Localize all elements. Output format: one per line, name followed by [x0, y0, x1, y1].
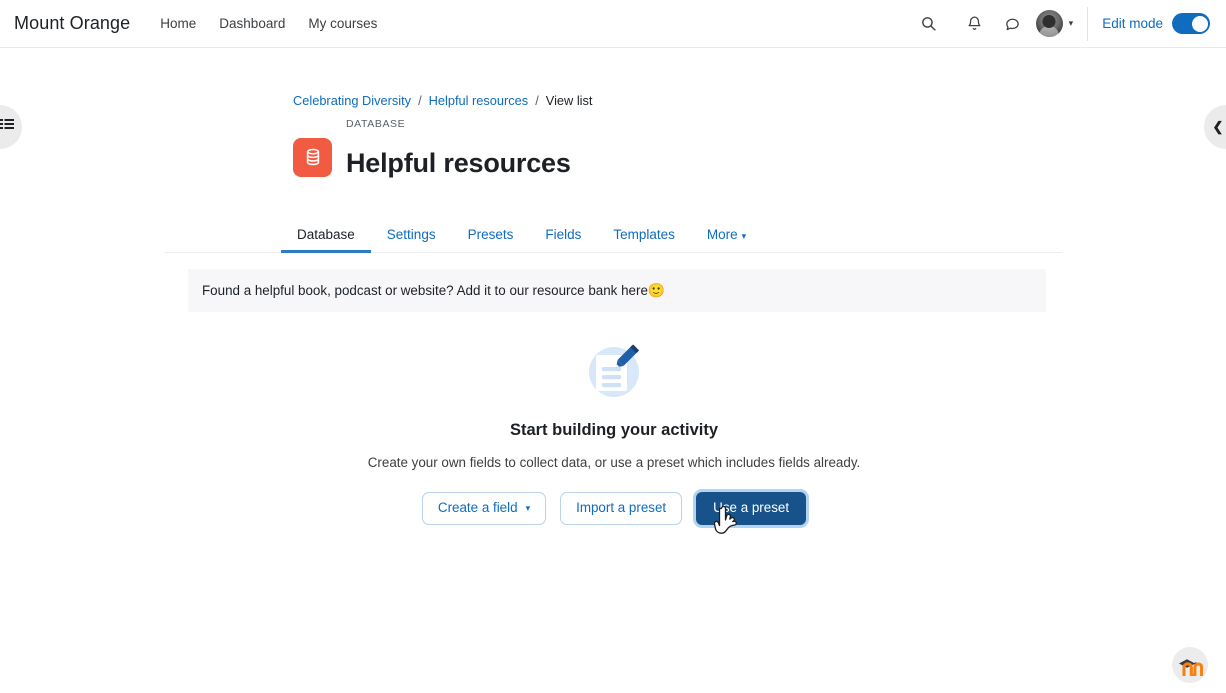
tab-fields[interactable]: Fields — [529, 227, 597, 252]
button-label: Create a field — [438, 501, 518, 516]
tab-label: Settings — [387, 227, 436, 242]
tab-label: Fields — [545, 227, 581, 242]
user-avatar[interactable] — [1036, 10, 1063, 37]
primary-nav: Home Dashboard My courses — [160, 16, 377, 31]
user-menu[interactable]: ▾ — [1036, 10, 1074, 37]
moodle-logo — [1172, 647, 1208, 683]
breadcrumb-separator: / — [418, 93, 422, 108]
left-drawer-toggle[interactable] — [0, 105, 22, 149]
edit-mode-label: Edit mode — [1102, 16, 1163, 31]
breadcrumb-separator: / — [535, 93, 539, 108]
activity-tabs: Database Settings Presets Fields Templat… — [164, 218, 1062, 253]
tab-presets[interactable]: Presets — [452, 227, 530, 252]
chevron-down-icon: ▾ — [1069, 18, 1074, 29]
breadcrumb: Celebrating Diversity / Helpful resource… — [164, 93, 1062, 108]
document-with-pencil-icon — [581, 338, 647, 404]
activity-description: Found a helpful book, podcast or website… — [188, 269, 1046, 312]
button-label: Import a preset — [576, 501, 666, 516]
nav-link-home[interactable]: Home — [160, 16, 196, 31]
import-a-preset-button[interactable]: Import a preset — [560, 492, 682, 525]
top-navbar: Mount Orange Home Dashboard My courses ▾ — [0, 0, 1226, 48]
navbar-divider — [1087, 7, 1088, 41]
breadcrumb-item-activity[interactable]: Helpful resources — [429, 93, 529, 108]
database-icon — [293, 138, 332, 177]
chevron-left-icon: ❮ — [1213, 119, 1224, 135]
page-body: ❮ Celebrating Diversity / Helpful resour… — [0, 48, 1226, 693]
empty-state: Start building your activity Create your… — [164, 338, 1062, 525]
tab-label: Templates — [613, 227, 675, 242]
tab-label: Database — [297, 227, 355, 242]
toggle-knob — [1192, 16, 1208, 32]
breadcrumb-item-course[interactable]: Celebrating Diversity — [293, 93, 411, 108]
nav-link-dashboard[interactable]: Dashboard — [219, 16, 285, 31]
main-content: Celebrating Diversity / Helpful resource… — [164, 48, 1062, 525]
chevron-down-icon: ▾ — [742, 231, 747, 241]
empty-state-actions: Create a field ▾ Import a preset Use a p… — [422, 492, 806, 525]
smiley-icon: 🙂 — [648, 282, 665, 299]
tab-templates[interactable]: Templates — [597, 227, 691, 252]
tab-settings[interactable]: Settings — [371, 227, 452, 252]
breadcrumb-item-current: View list — [546, 93, 593, 108]
empty-state-title: Start building your activity — [510, 421, 718, 440]
right-drawer-toggle[interactable]: ❮ — [1204, 105, 1226, 149]
edit-mode-toggle[interactable] — [1172, 13, 1210, 34]
tab-more[interactable]: More ▾ — [691, 227, 762, 252]
button-label: Use a preset — [713, 501, 789, 516]
chat-bubble-icon[interactable] — [996, 7, 1030, 41]
search-icon[interactable] — [912, 7, 946, 41]
nav-link-my-courses[interactable]: My courses — [308, 16, 377, 31]
page-title: Helpful resources — [346, 149, 571, 178]
tab-database[interactable]: Database — [281, 227, 371, 252]
chevron-down-icon: ▾ — [526, 504, 531, 514]
bell-icon[interactable] — [958, 7, 992, 41]
page-header: DATABASE Helpful resources — [164, 118, 1062, 196]
list-icon — [0, 117, 15, 138]
tab-label: More — [707, 227, 738, 242]
site-brand[interactable]: Mount Orange — [14, 13, 130, 34]
navbar-right-cluster: ▾ Edit mode — [912, 0, 1226, 48]
activity-type-label: DATABASE — [346, 118, 571, 130]
use-a-preset-button[interactable]: Use a preset — [696, 492, 806, 525]
create-a-field-button[interactable]: Create a field ▾ — [422, 492, 546, 525]
edit-mode-control[interactable]: Edit mode — [1102, 13, 1210, 34]
tab-label: Presets — [468, 227, 514, 242]
activity-description-text: Found a helpful book, podcast or website… — [202, 283, 648, 298]
empty-state-subtitle: Create your own fields to collect data, … — [368, 455, 861, 470]
